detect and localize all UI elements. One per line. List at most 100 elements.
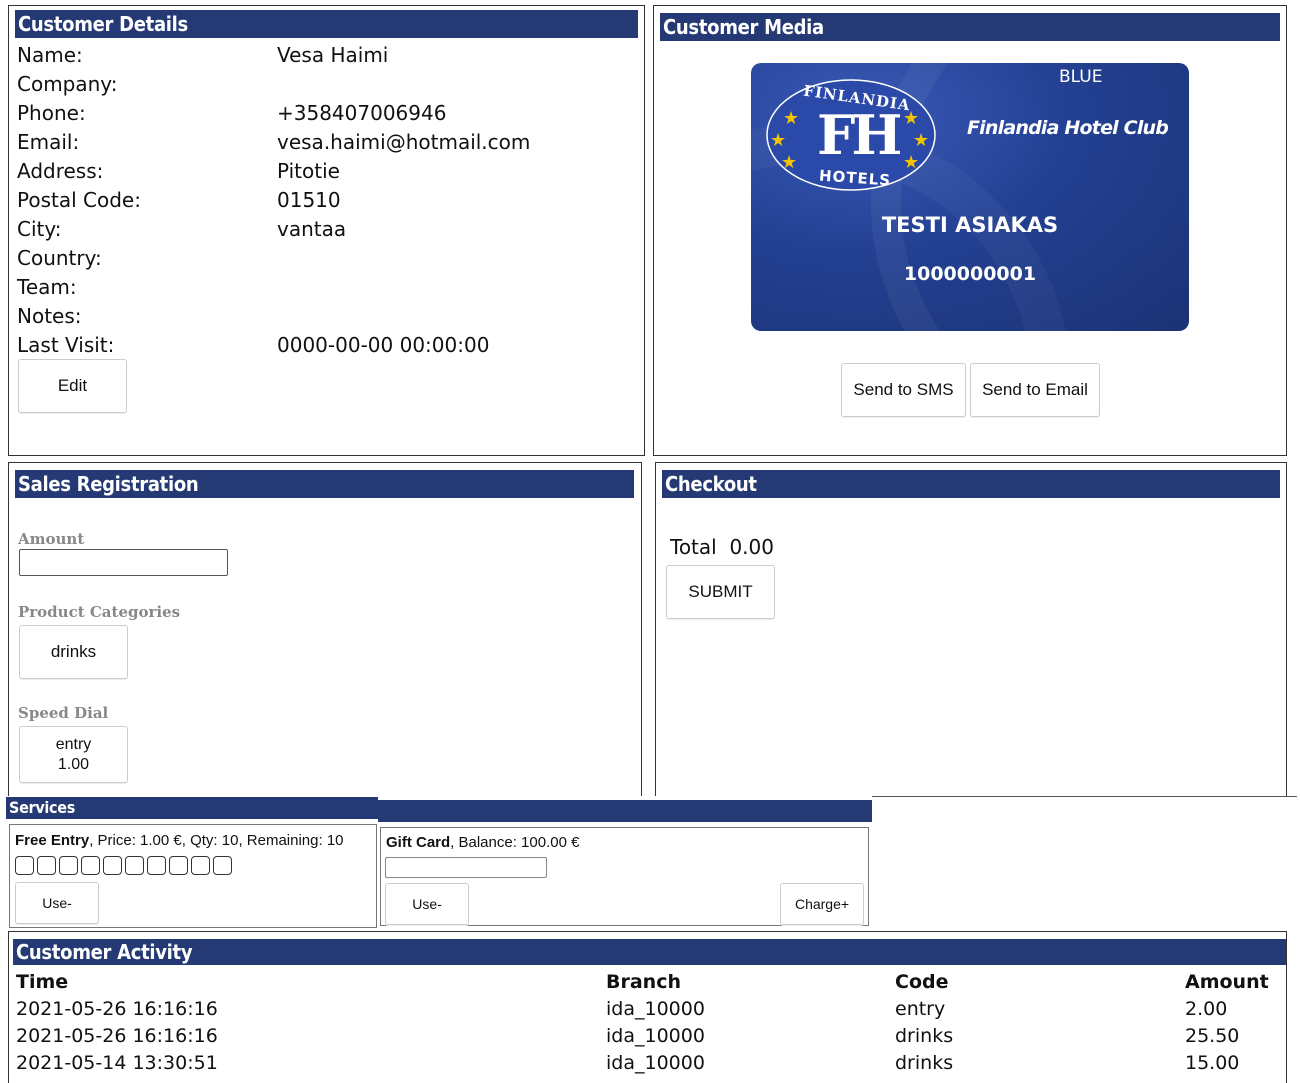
customer-activity-header: Customer Activity — [13, 939, 1286, 965]
cell-time: 2021-05-14 13:30:51 — [16, 1051, 218, 1074]
customer-details-header: Customer Details — [15, 10, 638, 38]
services-header: Services — [6, 797, 378, 819]
free-entry-service: Free Entry, Price: 1.00 €, Qty: 10, Rema… — [9, 824, 377, 928]
table-row[interactable]: 2021-05-14 13:30:51 ida_10000 drinks 15.… — [16, 1049, 1281, 1076]
cell-amount: 25.50 — [1185, 1024, 1240, 1047]
speed-dial-entry-button[interactable]: entry 1.00 — [19, 726, 128, 783]
cell-amount: 2.00 — [1185, 997, 1228, 1020]
checkout-panel: Checkout Total 0.00 SUBMIT — [655, 462, 1287, 802]
usage-checkbox[interactable] — [213, 856, 232, 875]
usage-checkbox[interactable] — [191, 856, 210, 875]
submit-button[interactable]: SUBMIT — [666, 565, 775, 619]
free-entry-use-button[interactable]: Use- — [15, 882, 99, 924]
customer-media-header: Customer Media — [660, 13, 1280, 41]
sales-registration-header: Sales Registration — [15, 470, 634, 498]
cell-code: entry — [895, 997, 946, 1020]
usage-checkbox[interactable] — [125, 856, 144, 875]
usage-checkbox[interactable] — [59, 856, 78, 875]
club-name: Finlandia Hotel Club — [967, 117, 1169, 139]
col-amount: Amount — [1185, 970, 1269, 993]
value-city: vantaa — [277, 217, 347, 241]
send-to-sms-button[interactable]: Send to SMS — [841, 363, 966, 417]
label-notes: Notes: — [17, 304, 82, 328]
svg-text:★: ★ — [913, 130, 929, 151]
cell-code: drinks — [895, 1024, 954, 1047]
gift-card-amount-input[interactable] — [385, 857, 547, 878]
value-phone: +358407006946 — [277, 101, 447, 125]
speed-dial-label: Speed Dial — [18, 704, 109, 722]
total-value: 0.00 — [729, 535, 774, 559]
amount-label: Amount — [18, 530, 85, 548]
logo-mark: FH — [817, 103, 902, 167]
usage-checkbox[interactable] — [81, 856, 100, 875]
cell-branch: ida_10000 — [606, 1024, 705, 1047]
value-last-visit: 0000-00-00 00:00:00 — [277, 333, 490, 357]
col-branch: Branch — [606, 970, 681, 993]
speed-dial-price: 1.00 — [57, 756, 90, 773]
svg-text:★: ★ — [903, 152, 919, 173]
edit-button[interactable]: Edit — [18, 359, 127, 413]
label-team: Team: — [17, 275, 77, 299]
label-name: Name: — [17, 43, 83, 67]
label-city: City: — [17, 217, 62, 241]
table-row[interactable]: 2021-05-26 16:16:16 ida_10000 drinks 25.… — [16, 1022, 1281, 1049]
value-postal-code: 01510 — [277, 188, 341, 212]
label-company: Company: — [17, 72, 118, 96]
label-address: Address: — [17, 159, 104, 183]
svg-text:★: ★ — [783, 108, 799, 129]
free-entry-checkboxes — [15, 856, 235, 875]
col-time: Time — [16, 970, 69, 993]
total-label: Total — [670, 535, 717, 559]
cell-code: drinks — [895, 1051, 954, 1074]
card-holder-name: TESTI ASIAKAS — [881, 213, 1059, 237]
cell-branch: ida_10000 — [606, 1051, 705, 1074]
cell-branch: ida_10000 — [606, 997, 705, 1020]
svg-text:★: ★ — [770, 130, 786, 151]
label-phone: Phone: — [17, 101, 86, 125]
gift-card-details: , Balance: 100.00 € — [450, 834, 580, 851]
membership-card: ★ ★ ★ ★ ★ ★ FINLANDIA FH HOTELS BLUE Fin… — [751, 63, 1189, 331]
category-drinks-button[interactable]: drinks — [19, 625, 128, 679]
value-email: vesa.haimi@hotmail.com — [277, 130, 531, 154]
label-postal-code: Postal Code: — [17, 188, 141, 212]
usage-checkbox[interactable] — [15, 856, 34, 875]
checkout-header: Checkout — [662, 470, 1280, 498]
cell-time: 2021-05-26 16:16:16 — [16, 1024, 218, 1047]
speed-dial-name: entry — [55, 736, 92, 753]
activity-table: Time Branch Code Amount 2021-05-26 16:16… — [16, 968, 1281, 1076]
gift-card-charge-button[interactable]: Charge+ — [780, 883, 864, 925]
label-email: Email: — [17, 130, 80, 154]
customer-media-panel: Customer Media ★ ★ ★ ★ ★ ★ FINLANDIA FH … — [653, 5, 1287, 456]
send-to-email-button[interactable]: Send to Email — [970, 363, 1100, 417]
value-address: Pitotie — [277, 159, 340, 183]
usage-checkbox[interactable] — [169, 856, 188, 875]
cell-amount: 15.00 — [1185, 1051, 1240, 1074]
free-entry-details: , Price: 1.00 €, Qty: 10, Remaining: 10 — [89, 832, 344, 849]
usage-checkbox[interactable] — [147, 856, 166, 875]
product-categories-label: Product Categories — [18, 603, 181, 621]
free-entry-name: Free Entry — [15, 832, 90, 849]
cell-time: 2021-05-26 16:16:16 — [16, 997, 218, 1020]
customer-details-panel: Customer Details Name: Vesa Haimi Compan… — [8, 5, 645, 456]
gift-card-name: Gift Card — [386, 834, 451, 851]
services-top-line — [872, 796, 1297, 797]
total-line: Total 0.00 — [670, 535, 774, 559]
label-last-visit: Last Visit: — [17, 333, 115, 357]
customer-activity-panel: Customer Activity Time Branch Code Amoun… — [8, 931, 1287, 1083]
activity-header-row: Time Branch Code Amount — [16, 968, 1281, 995]
usage-checkbox[interactable] — [37, 856, 56, 875]
card-tier: BLUE — [1059, 67, 1103, 87]
sales-registration-panel: Sales Registration Amount Product Catego… — [8, 462, 642, 802]
gift-card-service: Gift Card, Balance: 100.00 € Use- Charge… — [380, 827, 869, 926]
value-name: Vesa Haimi — [277, 43, 389, 67]
card-number: 1000000001 — [903, 263, 1037, 285]
usage-checkbox[interactable] — [103, 856, 122, 875]
services-header-bar-2 — [378, 800, 872, 822]
col-code: Code — [895, 970, 949, 993]
label-country: Country: — [17, 246, 102, 270]
table-row[interactable]: 2021-05-26 16:16:16 ida_10000 entry 2.00 — [16, 995, 1281, 1022]
gift-card-use-button[interactable]: Use- — [385, 883, 469, 925]
svg-text:★: ★ — [781, 152, 797, 173]
amount-input[interactable] — [19, 549, 228, 576]
services-section: Services Free Entry, Price: 1.00 €, Qty:… — [6, 796, 1297, 931]
